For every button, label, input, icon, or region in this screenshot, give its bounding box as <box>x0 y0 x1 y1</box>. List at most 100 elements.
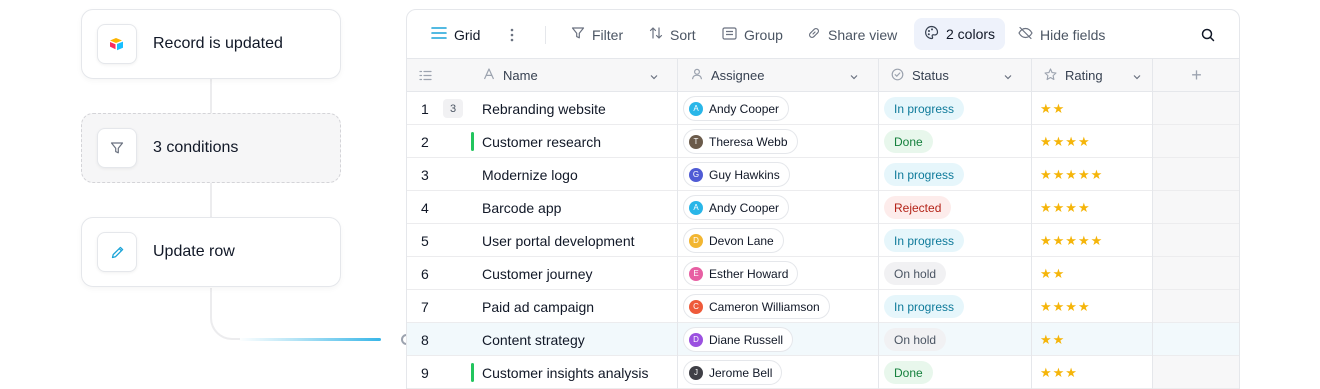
table-row[interactable]: 9 Customer insights analysis J Jerome Bel… <box>407 356 1239 389</box>
workflow-step-action[interactable]: Update row <box>81 217 341 287</box>
rating-stars[interactable]: ★★★★★ <box>1040 158 1103 191</box>
chevron-down-icon[interactable] <box>1003 70 1013 85</box>
name-cell[interactable]: Barcode app <box>482 191 561 224</box>
name-cell[interactable]: Customer research <box>482 125 601 158</box>
add-column-button[interactable]: + <box>1152 59 1239 92</box>
share-view-button[interactable]: Share view <box>807 10 897 59</box>
rating-stars[interactable]: ★★★★ <box>1040 191 1091 224</box>
table-row[interactable]: 7 Paid ad campaign C Cameron Williamson I… <box>407 290 1239 323</box>
avatar: D <box>689 233 703 248</box>
hide-fields-button[interactable]: Hide fields <box>1018 10 1105 59</box>
table-row[interactable]: 8 Content strategy D Diane Russell On hol… <box>407 323 1239 356</box>
name-cell[interactable]: Content strategy <box>482 323 585 356</box>
avatar: J <box>689 365 703 380</box>
workflow-step-conditions[interactable]: 3 conditions <box>81 113 341 183</box>
column-divider <box>878 59 879 389</box>
row-select-icon[interactable] <box>419 59 432 92</box>
rating-stars[interactable]: ★★ <box>1040 323 1065 356</box>
assignee-chip[interactable]: D Diane Russell <box>683 327 794 352</box>
row-number: 3 <box>421 166 429 183</box>
sort-button[interactable]: Sort <box>649 10 696 59</box>
column-header-rating[interactable]: Rating <box>1044 59 1152 92</box>
table-row[interactable]: 3 Modernize logo G Guy Hawkins In progres… <box>407 158 1239 191</box>
assignee-chip[interactable]: C Cameron Williamson <box>683 294 830 319</box>
share-view-label: Share view <box>828 26 898 43</box>
rating-stars[interactable]: ★★★ <box>1040 356 1078 389</box>
comment-count-badge[interactable]: 3 <box>443 99 463 118</box>
colors-label: 2 colors <box>946 26 996 42</box>
rating-stars[interactable]: ★★★★ <box>1040 125 1091 158</box>
step-label: Record is updated <box>153 35 283 52</box>
name-cell[interactable]: Modernize logo <box>482 158 578 191</box>
user-icon <box>691 68 711 83</box>
assignee-name: Theresa Webb <box>709 134 788 149</box>
row-number: 6 <box>421 265 429 282</box>
column-header-assignee[interactable]: Assignee <box>691 59 869 92</box>
chevron-down-icon[interactable] <box>1132 70 1142 85</box>
status-badge[interactable]: Done <box>884 361 933 384</box>
assignee-chip[interactable]: A Andy Cooper <box>683 195 790 220</box>
row-number: 2 <box>421 133 429 150</box>
status-badge[interactable]: In progress <box>884 229 965 252</box>
search-icon[interactable] <box>1201 10 1222 59</box>
name-cell[interactable]: User portal development <box>482 224 635 257</box>
avatar: T <box>689 134 703 149</box>
table-row[interactable]: 5 User portal development D Devon Lane In… <box>407 224 1239 257</box>
row-color-marker <box>471 363 474 382</box>
rating-stars[interactable]: ★★★★ <box>1040 290 1091 323</box>
assignee-chip[interactable]: G Guy Hawkins <box>683 162 790 187</box>
status-badge[interactable]: Done <box>884 130 933 153</box>
table-row[interactable]: 6 Customer journey E Esther Howard On hol… <box>407 257 1239 290</box>
grid-panel: Grid Filter Sort Group Share view 2 colo… <box>406 9 1240 389</box>
rating-stars[interactable]: ★★ <box>1040 257 1065 290</box>
status-badge[interactable]: On hold <box>884 262 947 285</box>
avatar: E <box>689 266 703 281</box>
table-row[interactable]: 2 Customer research T Theresa Webb Done ★★… <box>407 125 1239 158</box>
toolbar-divider <box>545 26 546 44</box>
status-badge[interactable]: Rejected <box>884 196 952 219</box>
text-field-icon <box>483 68 503 83</box>
filter-button[interactable]: Filter <box>571 10 623 59</box>
assignee-name: Andy Cooper <box>709 200 780 215</box>
chevron-down-icon[interactable] <box>849 70 859 85</box>
connector-curve <box>210 288 240 340</box>
status-badge[interactable]: In progress <box>884 97 965 120</box>
connector-line <box>210 183 212 217</box>
more-options-icon[interactable] <box>510 10 521 59</box>
assignee-chip[interactable]: D Devon Lane <box>683 228 784 253</box>
colors-button[interactable]: 2 colors <box>914 18 1006 50</box>
view-switcher-button[interactable]: Grid <box>431 10 480 59</box>
name-cell[interactable]: Paid ad campaign <box>482 290 594 323</box>
status-badge[interactable]: In progress <box>884 295 965 318</box>
assignee-chip[interactable]: E Esther Howard <box>683 261 799 286</box>
column-header-status[interactable]: Status <box>891 59 1023 92</box>
hide-fields-label: Hide fields <box>1040 26 1106 43</box>
name-cell[interactable]: Customer insights analysis <box>482 356 649 389</box>
column-label: Name <box>503 68 538 83</box>
group-button[interactable]: Group <box>722 10 783 59</box>
name-cell[interactable]: Rebranding website <box>482 92 606 125</box>
assignee-chip[interactable]: A Andy Cooper <box>683 96 790 121</box>
rating-stars[interactable]: ★★★★★ <box>1040 224 1103 257</box>
assignee-name: Cameron Williamson <box>709 299 820 314</box>
rating-stars[interactable]: ★★ <box>1040 92 1065 125</box>
connector-highlight <box>238 338 381 341</box>
filter-label: Filter <box>592 26 624 43</box>
row-number: 7 <box>421 298 429 315</box>
row-number: 1 <box>421 100 429 117</box>
table-row[interactable]: 4 Barcode app A Andy Cooper Rejected ★★★★ <box>407 191 1239 224</box>
column-divider <box>677 59 678 389</box>
chevron-down-icon[interactable] <box>649 70 659 85</box>
name-cell[interactable]: Customer journey <box>482 257 593 290</box>
status-badge[interactable]: In progress <box>884 163 965 186</box>
assignee-chip[interactable]: T Theresa Webb <box>683 129 798 154</box>
assignee-chip[interactable]: J Jerome Bell <box>683 360 783 385</box>
column-header-name[interactable]: Name <box>483 59 669 92</box>
status-badge[interactable]: On hold <box>884 328 947 351</box>
assignee-name: Esther Howard <box>709 266 789 281</box>
step-label: 3 conditions <box>153 139 239 156</box>
view-label: Grid <box>454 26 481 43</box>
table-row[interactable]: 1 3 Rebranding website A Andy Cooper In pr… <box>407 92 1239 125</box>
workflow-step-trigger[interactable]: Record is updated <box>81 9 341 79</box>
star-outline-icon <box>1044 67 1065 84</box>
